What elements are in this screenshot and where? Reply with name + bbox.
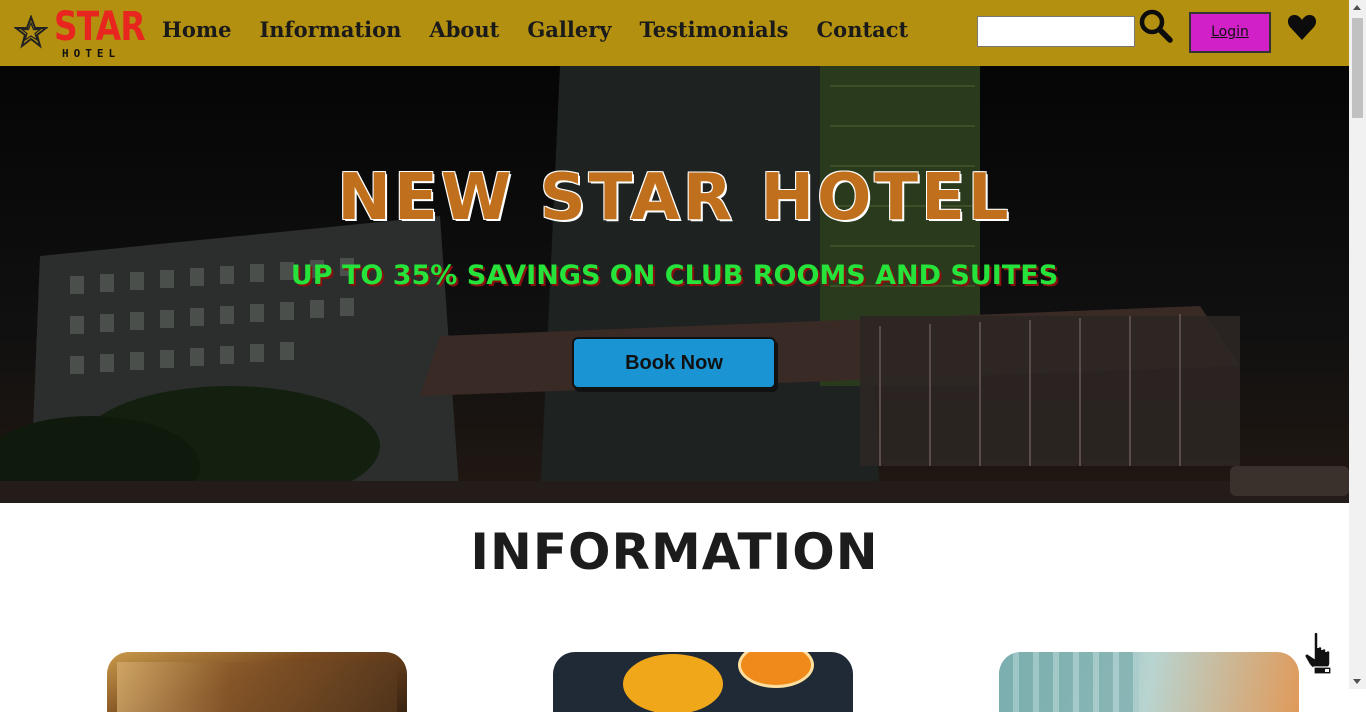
room-image [117, 662, 397, 712]
info-card-lobby[interactable] [999, 652, 1299, 712]
scroll-down-arrow-icon[interactable] [1353, 679, 1361, 684]
hero-title: NEW STAR HOTEL [337, 161, 1012, 235]
book-now-button[interactable]: Book Now [572, 337, 776, 389]
lobby-image [999, 652, 1139, 712]
hero-subtitle: UP TO 35% SAVINGS ON CLUB ROOMS AND SUIT… [290, 260, 1059, 291]
nav-link-contact[interactable]: Contact [816, 16, 908, 44]
info-card-juice[interactable] [553, 652, 853, 712]
login-button[interactable]: Login [1189, 12, 1271, 53]
hand-pointer-icon [1304, 631, 1332, 675]
juice-image [623, 654, 723, 712]
navbar: STAR HOTEL Home Information About Galler… [0, 0, 1349, 66]
nav-link-home[interactable]: Home [162, 16, 231, 44]
orange-slice-image [738, 652, 814, 688]
scrollbar-thumb[interactable] [1352, 18, 1363, 118]
nav-link-about[interactable]: About [429, 16, 499, 44]
logo-subtitle: HOTEL [62, 47, 121, 60]
search-input[interactable] [977, 16, 1135, 47]
nav-link-gallery[interactable]: Gallery [527, 16, 611, 44]
info-card-room[interactable] [107, 652, 407, 712]
scroll-up-arrow-icon[interactable] [1353, 5, 1361, 10]
nav-link-information[interactable]: Information [259, 16, 401, 44]
logo-text: STAR [54, 4, 146, 50]
nav-link-testimonials[interactable]: Testimonials [640, 16, 789, 44]
main-nav: Home Information About Gallery Testimoni… [162, 16, 936, 44]
star-logo-icon [14, 15, 48, 49]
search-icon[interactable] [1138, 8, 1174, 44]
hero-banner: NEW STAR HOTEL UP TO 35% SAVINGS ON CLUB… [0, 66, 1349, 503]
heart-icon[interactable] [1287, 13, 1317, 41]
hotel-logo[interactable]: STAR HOTEL [14, 5, 146, 60]
information-heading: INFORMATION [470, 523, 879, 581]
